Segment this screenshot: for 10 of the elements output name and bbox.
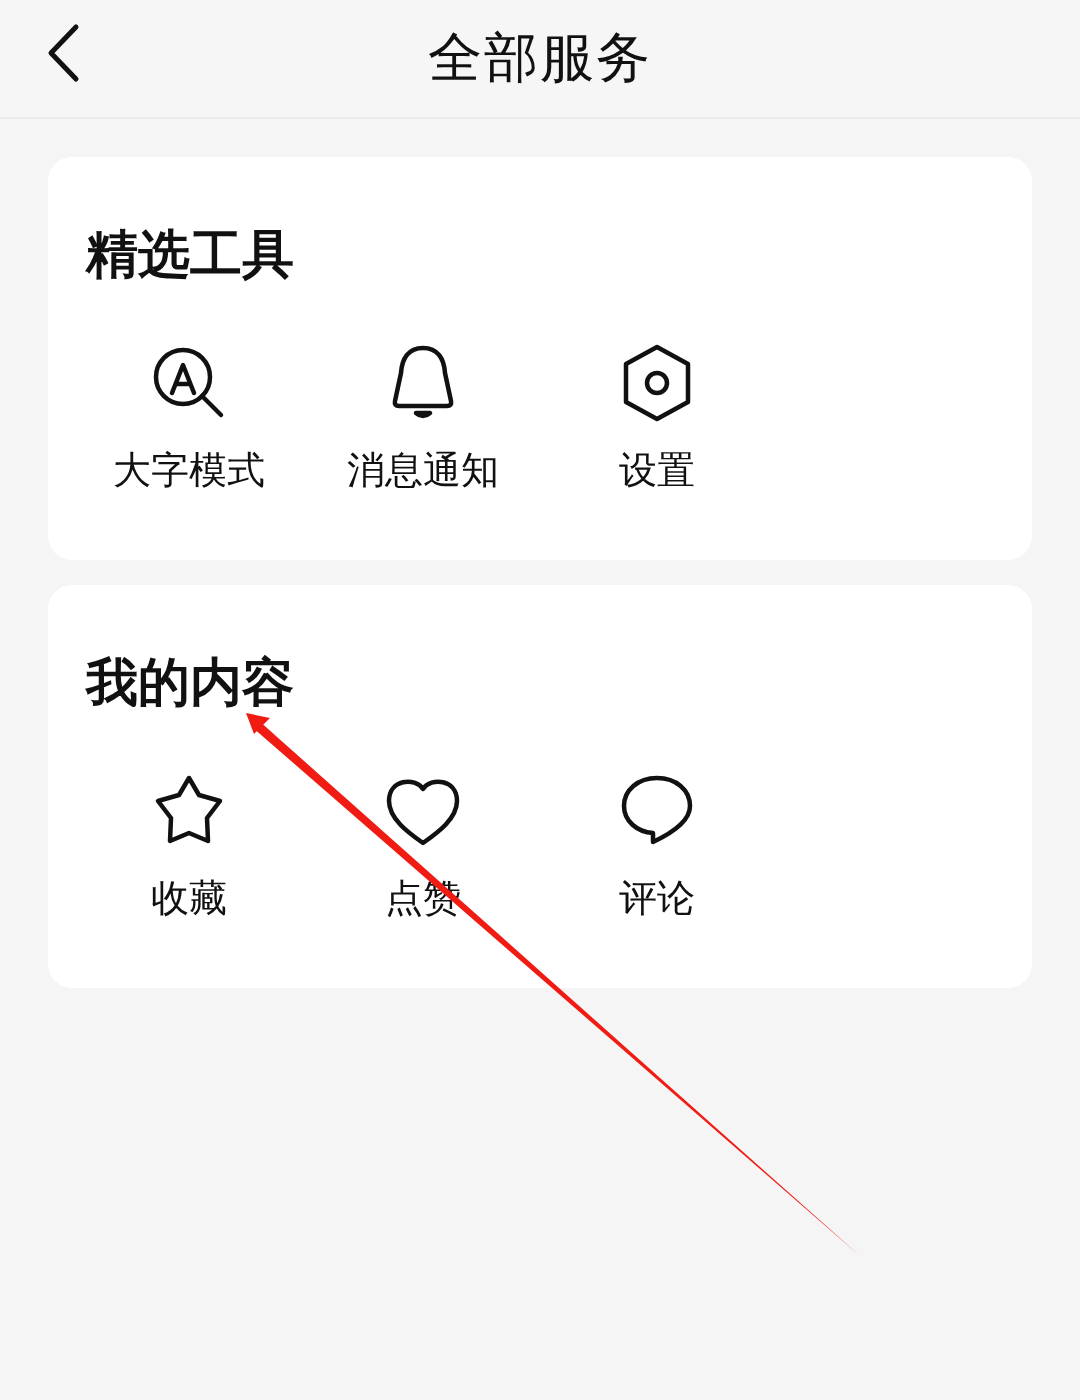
back-icon xyxy=(46,23,80,83)
section-title: 我的内容 xyxy=(86,651,295,714)
service-label[interactable]: 设置 xyxy=(619,445,695,495)
page-title: 全部服务 xyxy=(428,25,652,91)
service-label[interactable]: 评论 xyxy=(619,873,695,923)
service-label[interactable]: 大字模式 xyxy=(113,445,265,495)
settings-icon xyxy=(621,343,693,423)
service-label[interactable]: 消息通知 xyxy=(347,445,499,495)
service-label[interactable]: 收藏 xyxy=(151,873,227,923)
section-title: 精选工具 xyxy=(86,223,295,286)
